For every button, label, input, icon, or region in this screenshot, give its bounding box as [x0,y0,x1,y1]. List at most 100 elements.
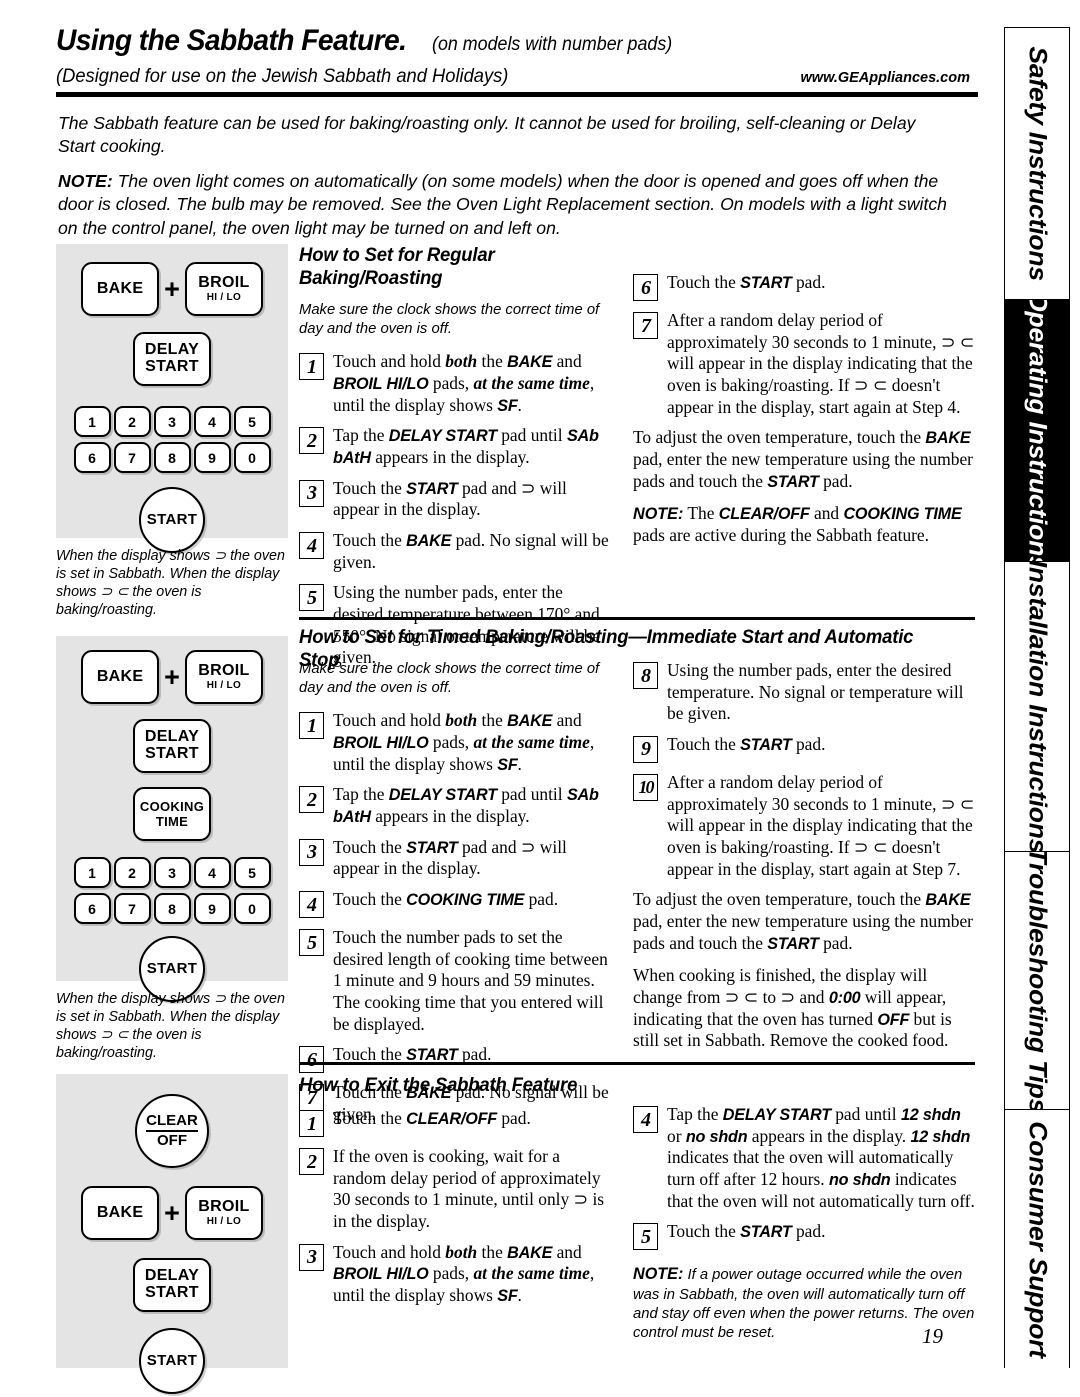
num-key[interactable]: 9 [193,893,231,924]
number-pad-row-2: 6 7 8 9 0 [56,442,288,473]
page-title: Using the Sabbath Feature. [56,24,407,57]
step-item: 3 Touch the START pad and ⊃ will appear i… [299,478,611,521]
panel-row-bake-broil: BAKE + BROIL HI / LO [56,1186,288,1240]
panel-row-clear-off: CLEAR OFF [56,1094,288,1168]
cooking-time-key[interactable]: COOKING TIME [133,787,211,841]
cooking-key-label: COOKING [139,798,205,814]
clear-off-key[interactable]: CLEAR OFF [135,1094,209,1168]
step-number: 3 [299,1243,324,1271]
delay-key-label2: START [145,1284,199,1301]
num-key[interactable]: 9 [193,442,231,473]
bake-key[interactable]: BAKE [81,1186,160,1240]
section2-right-column: 8 Using the number pads, enter the desire… [633,660,975,1063]
num-key[interactable]: 0 [233,442,271,473]
tab-label: Consumer Support [1023,1121,1052,1358]
step-number: 5 [299,929,324,957]
step-item: 2 If the oven is cooking, wait for a rand… [299,1146,611,1233]
step-text: Touch the START pad and ⊃ will appear in… [333,836,567,879]
step-item: 3 Touch and hold both the BAKE and BROIL … [299,1242,611,1307]
section2-finished-text: When cooking is finished, the display wi… [633,965,952,1051]
tab-label: Installation Instructions [1023,562,1052,852]
website-url[interactable]: www.GEAppliances.com [801,70,970,86]
start-key-label: START [146,511,198,529]
num-key[interactable]: 4 [193,406,231,437]
section3-left-column: How to Exit the Sabbath Feature 1 Touch t… [299,1074,611,1316]
num-key[interactable]: 5 [233,406,271,437]
num-key[interactable]: 2 [113,857,151,888]
section1-left-column: How to Set for Regular Baking/Roasting M… [299,244,611,678]
num-key[interactable]: 6 [73,893,111,924]
num-key[interactable]: 6 [73,442,111,473]
step-item: 5 Touch the number pads to set the desire… [299,927,611,1035]
delay-start-key[interactable]: DELAY START [133,719,211,773]
num-key[interactable]: 3 [153,857,191,888]
section2-intro: Make sure the clock shows the correct ti… [299,661,600,697]
step-item: 3 Touch the START pad and ⊃ will appear i… [299,837,611,880]
step-text: Using the number pads, enter the desired… [667,660,964,724]
section2-steps-right: 8 Using the number pads, enter the desire… [633,660,975,880]
start-key[interactable]: START [139,1328,205,1394]
step-number: 1 [299,1110,324,1137]
section1-note: NOTE: The CLEAR/OFF and COOKING TIME pad… [633,503,975,546]
step-item: 1 Touch and hold both the BAKE and BROIL … [299,710,611,775]
delay-key-label: DELAY [144,728,200,746]
step-number: 9 [633,735,658,763]
step-number: 1 [299,712,324,740]
tab-troubleshooting-tips[interactable]: Troubleshooting Tips [1005,852,1069,1110]
section-divider-2 [299,1062,975,1065]
delay-key-label: DELAY [144,1267,200,1285]
num-key[interactable]: 5 [233,857,271,888]
number-pad-row-2: 6 7 8 9 0 [56,893,288,924]
step-item: 8 Using the number pads, enter the desire… [633,660,975,725]
section2-panel-figure: BAKE + BROIL HI / LO DELAY START COOKING TI… [56,636,288,1062]
tab-safety-instructions[interactable]: Safety Instructions [1005,28,1069,300]
step-item: 2 Tap the DELAY START pad until SAb bAtH … [299,784,611,827]
panel-row-bake-broil: BAKE + BROIL HI / LO [56,262,288,316]
broil-key[interactable]: BROIL HI / LO [184,262,263,316]
start-key[interactable]: START [139,487,205,553]
broil-key-sublabel: HI / LO [206,292,242,304]
cooking-key-label2: TIME [155,814,189,829]
step-item: 1 Touch and hold both the BAKE and BROIL … [299,351,611,416]
header-rule [56,92,978,97]
section1-panel-figure: BAKE + BROIL HI / LO DELAY START 1 2 3 4 5… [56,244,288,619]
num-key[interactable]: 4 [193,857,231,888]
panel-caption-1: When the display shows ⊃ the oven is set… [56,548,285,618]
num-key[interactable]: 0 [233,893,271,924]
step-number: 8 [633,662,658,689]
step-text: Tap the DELAY START pad until SAb bAtH a… [333,784,599,827]
tab-consumer-support[interactable]: Consumer Support [1005,1110,1069,1369]
num-key[interactable]: 8 [153,893,191,924]
step-item: 9 Touch the START pad. [633,734,975,763]
delay-start-key[interactable]: DELAY START [133,1258,211,1312]
panel-row-delay: DELAY START [56,719,288,773]
bake-key[interactable]: BAKE [81,262,160,316]
panel-row-delay: DELAY START [56,1258,288,1312]
bake-key[interactable]: BAKE [81,650,160,704]
note-label: NOTE: [633,1265,684,1284]
num-key[interactable]: 2 [113,406,151,437]
step-text: Touch the START pad and ⊃ will appear in… [333,477,567,520]
step-text: After a random delay period of approxima… [667,771,975,879]
broil-key[interactable]: BROIL HI / LO [184,1186,263,1240]
broil-key[interactable]: BROIL HI / LO [184,650,263,704]
tab-operating-instructions[interactable]: Operating Instructions [1005,300,1069,562]
num-key[interactable]: 3 [153,406,191,437]
step-item: 4 Tap the DELAY START pad until 12 shdn o… [633,1104,975,1212]
section1-adjust-text: To adjust the oven temperature, touch th… [633,427,973,491]
delay-start-key[interactable]: DELAY START [133,332,211,386]
num-key[interactable]: 1 [73,857,111,888]
step-number: 10 [633,773,658,801]
header-title-line: Using the Sabbath Feature. (on models wi… [56,24,978,58]
step-item: 2 Tap the DELAY START pad until SAb bAtH … [299,425,611,468]
num-key[interactable]: 8 [153,442,191,473]
step-text: Tap the DELAY START pad until 12 shdn or… [667,1104,975,1211]
section1-intro: Make sure the clock shows the correct ti… [299,302,600,338]
num-key[interactable]: 1 [73,406,111,437]
step-text: Touch and hold both the BAKE and BROIL H… [333,1241,595,1305]
tab-installation-instructions[interactable]: Installation Instructions [1005,562,1069,852]
page-title-subtitle: (on models with number pads) [431,34,673,55]
num-key[interactable]: 7 [113,442,151,473]
broil-key-sublabel: HI / LO [206,1216,242,1228]
num-key[interactable]: 7 [113,893,151,924]
